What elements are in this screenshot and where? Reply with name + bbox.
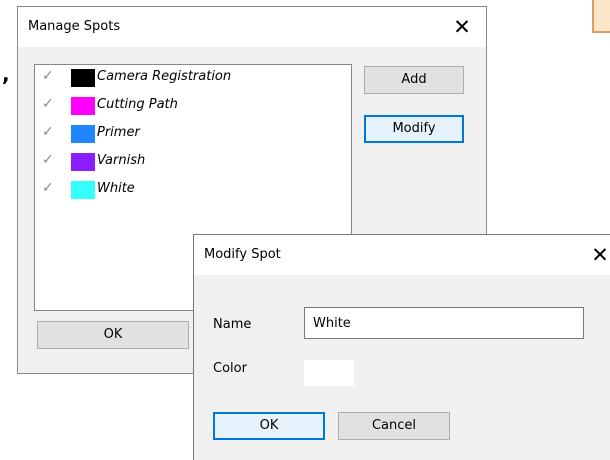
spot-color-swatch (71, 125, 95, 143)
spot-color-swatch (71, 69, 95, 87)
name-label: Name (213, 317, 252, 332)
modify-spot-dialog: Modify Spot ✕ Name Color OK Cancel (193, 234, 610, 460)
spot-label: Camera Registration (97, 69, 232, 84)
check-icon: ✓ (42, 68, 54, 84)
modify-spot-title: Modify Spot (204, 247, 281, 262)
modify-button[interactable]: Modify (364, 115, 464, 143)
spot-list-item[interactable]: ✓ Cutting Path (35, 95, 351, 117)
cancel-button[interactable]: Cancel (338, 412, 450, 440)
modify-spot-close-icon[interactable]: ✕ (588, 243, 610, 267)
check-icon: ✓ (42, 180, 54, 196)
spot-list-item[interactable]: ✓ White (35, 179, 351, 201)
manage-spots-ok-button[interactable]: OK (37, 321, 189, 349)
check-icon: ✓ (42, 152, 54, 168)
modify-spot-titlebar: Modify Spot ✕ (194, 235, 610, 275)
spot-color-swatch (71, 97, 95, 115)
manage-spots-title: Manage Spots (28, 19, 121, 34)
background-comma-text: , (2, 62, 10, 86)
manage-spots-close-icon[interactable]: ✕ (450, 15, 474, 39)
spot-list-item[interactable]: ✓ Camera Registration (35, 67, 351, 89)
spot-label: Cutting Path (97, 97, 178, 112)
spot-list-item[interactable]: ✓ Primer (35, 123, 351, 145)
background-window-corner (592, 0, 610, 33)
check-icon: ✓ (42, 96, 54, 112)
spot-color-swatch (71, 153, 95, 171)
spot-label: Varnish (97, 153, 146, 168)
add-button[interactable]: Add (364, 66, 464, 94)
spot-label: Primer (97, 125, 140, 140)
color-swatch-button[interactable] (304, 360, 354, 386)
check-icon: ✓ (42, 124, 54, 140)
modify-spot-ok-button[interactable]: OK (213, 412, 325, 440)
name-input[interactable] (304, 307, 584, 339)
manage-spots-titlebar: Manage Spots ✕ (18, 7, 486, 47)
spot-list-item[interactable]: ✓ Varnish (35, 151, 351, 173)
spot-color-swatch (71, 181, 95, 199)
color-label: Color (213, 361, 247, 376)
spot-label: White (97, 181, 135, 196)
